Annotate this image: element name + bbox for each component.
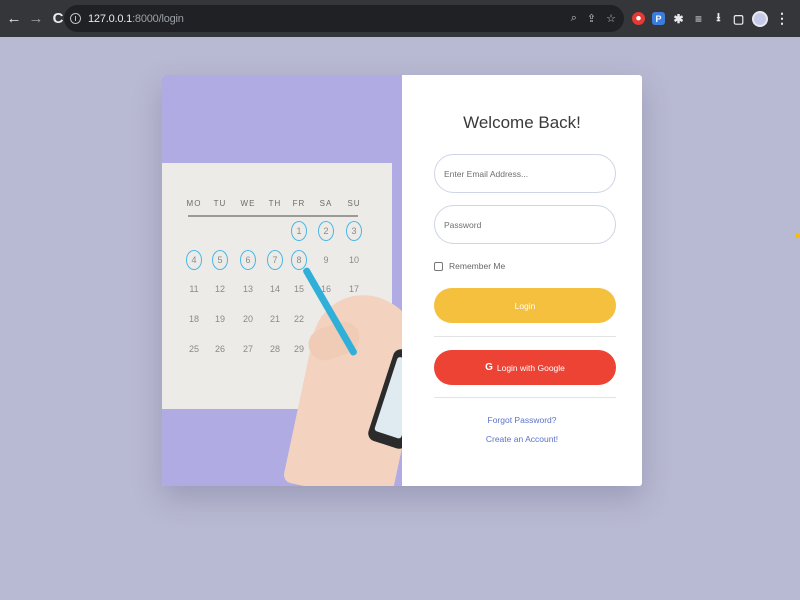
calendar-date: 12 — [214, 284, 226, 294]
calendar-date: 14 — [269, 284, 281, 294]
calendar-day-header: FR — [292, 199, 306, 208]
divider-bottom — [434, 397, 616, 398]
calendar-date: 11 — [189, 284, 199, 294]
puzzle-extensions-icon[interactable]: ✱ — [672, 12, 685, 26]
download-icon[interactable]: ⭳ — [712, 10, 725, 25]
calendar-day-header: TH — [268, 199, 282, 208]
login-button[interactable]: Login — [434, 288, 616, 323]
calendar-date: 29 — [293, 344, 305, 354]
p-extension-icon[interactable]: P — [652, 12, 665, 25]
calendar-date: 28 — [269, 344, 281, 354]
calendar-day-header: SA — [319, 199, 333, 208]
calendar-date: 27 — [242, 344, 254, 354]
remember-me-checkbox[interactable] — [434, 261, 443, 271]
calendar-date: 2 — [323, 226, 329, 236]
extensions-area: ⏺ ✎ P ✱ ≡ ⭳ ▢ ⋮ — [632, 0, 800, 245]
google-login-button[interactable]: G Login with Google — [434, 350, 616, 385]
calendar-date: 15 — [293, 284, 305, 294]
back-button[interactable]: ← — [5, 10, 23, 28]
calendar-rule — [188, 215, 358, 217]
calendar-date: 1 — [296, 226, 302, 236]
profile-avatar[interactable] — [752, 10, 768, 27]
calendar-date: 5 — [217, 255, 223, 265]
side-panel-icon[interactable]: ▢ — [732, 12, 745, 26]
calendar-date: 21 — [269, 314, 281, 324]
calendar-date: 18 — [188, 314, 200, 324]
google-icon: G — [485, 362, 493, 373]
calendar-date: 6 — [245, 255, 251, 265]
browser-toolbar: ← → C 127.0.0.1:8000/login ⌕ ⇪ ☆ ⏺ ✎ P ✱… — [0, 0, 800, 245]
calendar-date: 19 — [214, 314, 226, 324]
forgot-password-link[interactable]: Forgot Password? — [402, 415, 642, 425]
login-form: Welcome Back! Remember Me Login G Login … — [402, 75, 642, 486]
calendar-date: 8 — [296, 255, 302, 265]
calendar-hero-image: MO TU WE TH FR SA SU 1 2 3 4 5 6 7 8 9 10 11 12 13 14 15 16 17… — [162, 75, 402, 486]
calendar-date: 10 — [348, 255, 360, 265]
page-title: Welcome Back! — [463, 113, 581, 132]
create-account-link[interactable]: Create an Account! — [402, 434, 642, 444]
site-info-icon[interactable] — [70, 13, 81, 24]
email-field[interactable] — [434, 154, 616, 193]
remember-me-label[interactable]: Remember Me — [449, 261, 505, 271]
login-card: MO TU WE TH FR SA SU 1 2 3 4 5 6 7 8 9 10 11 12 13 14 15 16 17… — [162, 75, 642, 486]
calendar-date: 7 — [272, 255, 278, 265]
share-icon[interactable]: ⇪ — [587, 12, 596, 25]
calendar-date: 22 — [293, 314, 305, 324]
bookmark-star-icon[interactable]: ☆ — [606, 12, 616, 25]
zoom-icon[interactable]: ⌕ — [571, 12, 577, 25]
url-text: 127.0.0.1:8000/login — [88, 12, 184, 25]
calendar-day-header: TU — [213, 199, 227, 208]
google-login-label: Login with Google — [496, 362, 565, 373]
calendar-date: 3 — [351, 226, 357, 236]
remember-me: Remember Me — [434, 261, 505, 271]
reading-list-icon[interactable]: ≡ — [692, 12, 705, 26]
calendar-day-header: SU — [347, 199, 361, 208]
record-extension-icon[interactable]: ⏺ — [632, 12, 645, 25]
pen-extension-icon[interactable]: ✎ — [772, 192, 800, 282]
calendar-date: 20 — [242, 314, 254, 324]
address-bar[interactable]: 127.0.0.1:8000/login ⌕ ⇪ ☆ — [64, 5, 624, 32]
calendar-date: 17 — [348, 284, 360, 294]
calendar-day-header: MO — [186, 199, 202, 208]
password-field[interactable] — [434, 205, 616, 244]
browser-menu-icon[interactable]: ⋮ — [775, 10, 789, 27]
calendar-date: 13 — [242, 284, 254, 294]
calendar-date: 9 — [323, 255, 329, 265]
calendar-day-header: WE — [240, 199, 256, 208]
divider-top — [434, 336, 616, 337]
calendar-date: 26 — [214, 344, 226, 354]
forward-button[interactable]: → — [27, 10, 45, 28]
calendar-date: 4 — [191, 255, 197, 265]
calendar-date: 25 — [188, 344, 200, 354]
